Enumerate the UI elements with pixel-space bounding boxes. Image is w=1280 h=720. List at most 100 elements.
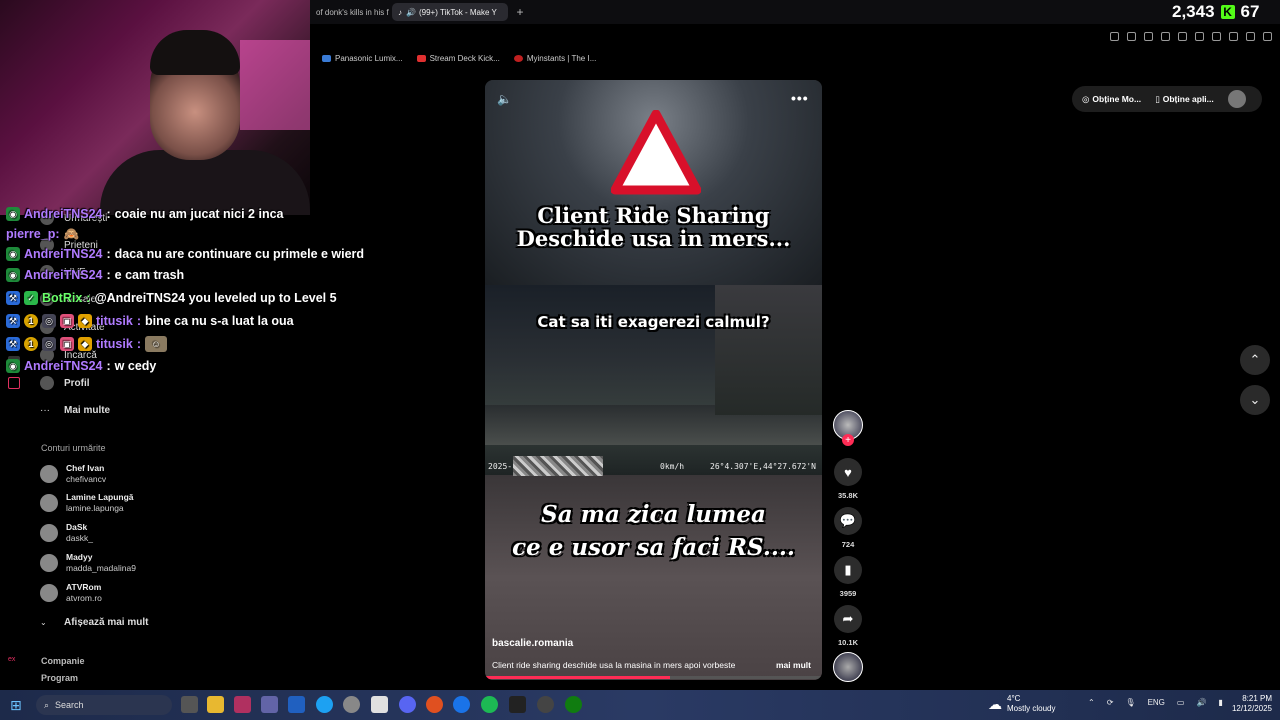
browser-tab[interactable]: of donk's kills in his f xyxy=(310,3,390,21)
windows-taskbar: ⊞ ⌕ Search ☁ 4°C Mostly cloudy ⌃ ⟳ 🎙 ENG… xyxy=(0,690,1280,720)
task-view-icon[interactable] xyxy=(181,696,198,713)
network-icon[interactable]: ▭ xyxy=(1177,698,1185,707)
taskbar-clock[interactable]: 8:21 PM 12/12/2025 xyxy=(1222,694,1272,714)
kick-logo: K xyxy=(1220,5,1235,19)
previous-video-button[interactable]: ⌃ xyxy=(1240,345,1270,375)
hud-coordinates: 26°4.307'E,44°27.672'N xyxy=(710,462,816,471)
shield-icon[interactable] xyxy=(1144,31,1153,41)
speaker-icon: 🔊 xyxy=(406,7,416,17)
follower-count: 67 xyxy=(1240,2,1260,21)
bookmark-icon xyxy=(322,54,331,62)
file-explorer-icon[interactable] xyxy=(207,696,224,713)
bookmark-icon[interactable]: ▮ xyxy=(834,556,862,584)
like-count: 35.8K xyxy=(837,491,858,500)
video-caption-bottom: Sa ma zica lumea ce e usor sa faci RS...… xyxy=(512,501,795,561)
chat-text: @AndreiTNS24 you leveled up to Level 5 xyxy=(94,291,337,305)
follow-plus-icon[interactable]: + xyxy=(842,434,854,446)
followed-account[interactable]: Chef Ivan chefivancv xyxy=(40,463,106,485)
weather-temp: 4°C xyxy=(1007,694,1021,703)
footer-link[interactable]: Companie xyxy=(41,656,85,666)
save-count: 3959 xyxy=(839,589,857,598)
video-description: Client ride sharing deschide usa la masi… xyxy=(492,660,736,670)
sound-avatar[interactable] xyxy=(833,652,863,682)
myinstants-icon xyxy=(513,54,523,62)
followed-account[interactable]: ATVRom atvrom.ro xyxy=(40,582,102,604)
save-action[interactable]: ▮ 3959 xyxy=(829,556,867,598)
store-icon[interactable] xyxy=(371,696,388,713)
get-app-button[interactable]: ▯ Obține apli... xyxy=(1155,94,1214,105)
app-icon[interactable] xyxy=(234,696,251,713)
share-icon[interactable] xyxy=(1246,31,1255,41)
followed-account[interactable]: Lamine Lapungă lamine.lapunga xyxy=(40,492,134,514)
video-progress-bar[interactable] xyxy=(485,676,822,679)
heart-icon[interactable]: ♥ xyxy=(834,458,862,486)
comment-action[interactable]: 💬 724 xyxy=(829,507,867,549)
comment-icon[interactable]: 💬 xyxy=(834,507,862,535)
sync-icon[interactable]: ⟳ xyxy=(1107,698,1114,707)
clock-date: 12/12/2025 xyxy=(1231,704,1272,713)
app-icon[interactable] xyxy=(288,696,305,713)
app-icon[interactable] xyxy=(509,696,526,713)
next-video-button[interactable]: ⌄ xyxy=(1240,385,1270,415)
edge-icon[interactable] xyxy=(316,696,333,713)
blurred-plate xyxy=(513,456,603,476)
bookmark-item[interactable]: Panasonic Lumix... xyxy=(322,54,403,63)
nav-label: Mai multe xyxy=(64,404,111,416)
screenshot-icon[interactable] xyxy=(1127,31,1136,41)
weather-widget[interactable]: ☁ 4°C Mostly cloudy xyxy=(988,694,1055,714)
system-tray: ⌃ ⟳ 🎙 ENG ▭ 🔊 ▮ xyxy=(1088,698,1223,707)
footer-link[interactable]: Program xyxy=(41,673,78,683)
xbox-icon[interactable] xyxy=(565,696,582,713)
show-more-button[interactable]: ⌄ Afișează mai mult xyxy=(40,613,148,631)
chevron-up-icon[interactable]: ⌃ xyxy=(1088,698,1095,707)
share-action[interactable]: ➦ 10.1K xyxy=(829,605,867,647)
taskbar-search[interactable]: ⌕ Search xyxy=(36,695,172,715)
app-icon[interactable] xyxy=(453,696,470,713)
verified-badge-icon: ✓ xyxy=(24,291,38,305)
user-avatar[interactable] xyxy=(1227,90,1246,108)
video-actions: + ♥ 35.8K 💬 724 ▮ 3959 ➦ 10.1K xyxy=(829,408,867,683)
show-more-label: Afișează mai mult xyxy=(64,616,149,628)
get-mode-button[interactable]: ◎ Obține Mo... xyxy=(1082,94,1141,105)
volume-icon[interactable]: 🔈 xyxy=(497,92,513,108)
extensions-icon[interactable] xyxy=(1212,31,1221,41)
bookmark-item[interactable]: Myinstants | The I... xyxy=(513,54,596,63)
app-icon[interactable] xyxy=(343,696,360,713)
microphone-icon[interactable]: 🎙 xyxy=(1125,698,1135,707)
menu-icon[interactable] xyxy=(1263,31,1272,41)
browser-tab-active[interactable]: ♪ 🔊 (99+) TikTok - Make Y xyxy=(392,3,508,21)
app-icon[interactable] xyxy=(537,696,554,713)
new-tab-button[interactable]: + xyxy=(512,3,528,21)
bookmark-item[interactable]: Stream Deck Kick... xyxy=(416,53,500,63)
comment-count: 724 xyxy=(841,540,855,549)
discord-icon[interactable] xyxy=(399,696,416,713)
spotify-icon[interactable] xyxy=(481,696,498,713)
brave-icon[interactable] xyxy=(426,696,443,713)
download-icon[interactable] xyxy=(1229,31,1238,41)
play-icon[interactable] xyxy=(1178,31,1187,41)
teams-icon[interactable] xyxy=(261,696,278,713)
heart-icon[interactable] xyxy=(1195,31,1204,41)
chat-username: AndreiTNS24 xyxy=(24,207,103,221)
followed-account[interactable]: Madyy madda_madalina9 xyxy=(40,552,136,574)
account-name: DaSk xyxy=(66,522,88,532)
video-player[interactable]: Client Ride Sharing Deschide usa in mers… xyxy=(485,80,822,680)
volume-icon[interactable]: 🔊 xyxy=(1196,698,1206,707)
more-button[interactable]: mai mult xyxy=(776,660,811,670)
translate-icon[interactable] xyxy=(1161,31,1170,41)
hud-speed: 0km/h xyxy=(660,462,685,471)
bookmark-label: Stream Deck Kick... xyxy=(429,53,500,63)
language-indicator[interactable]: ENG xyxy=(1148,698,1165,707)
share-icon[interactable]: ➦ xyxy=(834,605,862,633)
followed-account[interactable]: DaSk daskk_ xyxy=(40,522,93,544)
nav-more[interactable]: ··· Mai multe xyxy=(40,401,110,419)
level-badge-icon: 1 xyxy=(24,337,38,351)
more-options-icon[interactable]: ••• xyxy=(791,90,809,106)
video-author[interactable]: bascalie.romania xyxy=(492,638,573,649)
moderator-badge-icon: ⚒ xyxy=(6,314,20,328)
windows-start-icon[interactable]: ⊞ xyxy=(10,697,28,713)
pin-icon[interactable] xyxy=(1110,31,1119,41)
glasses-badge-icon: ◎ xyxy=(42,337,56,351)
like-action[interactable]: ♥ 35.8K xyxy=(829,458,867,500)
clock-time: 8:21 PM xyxy=(1242,694,1272,703)
